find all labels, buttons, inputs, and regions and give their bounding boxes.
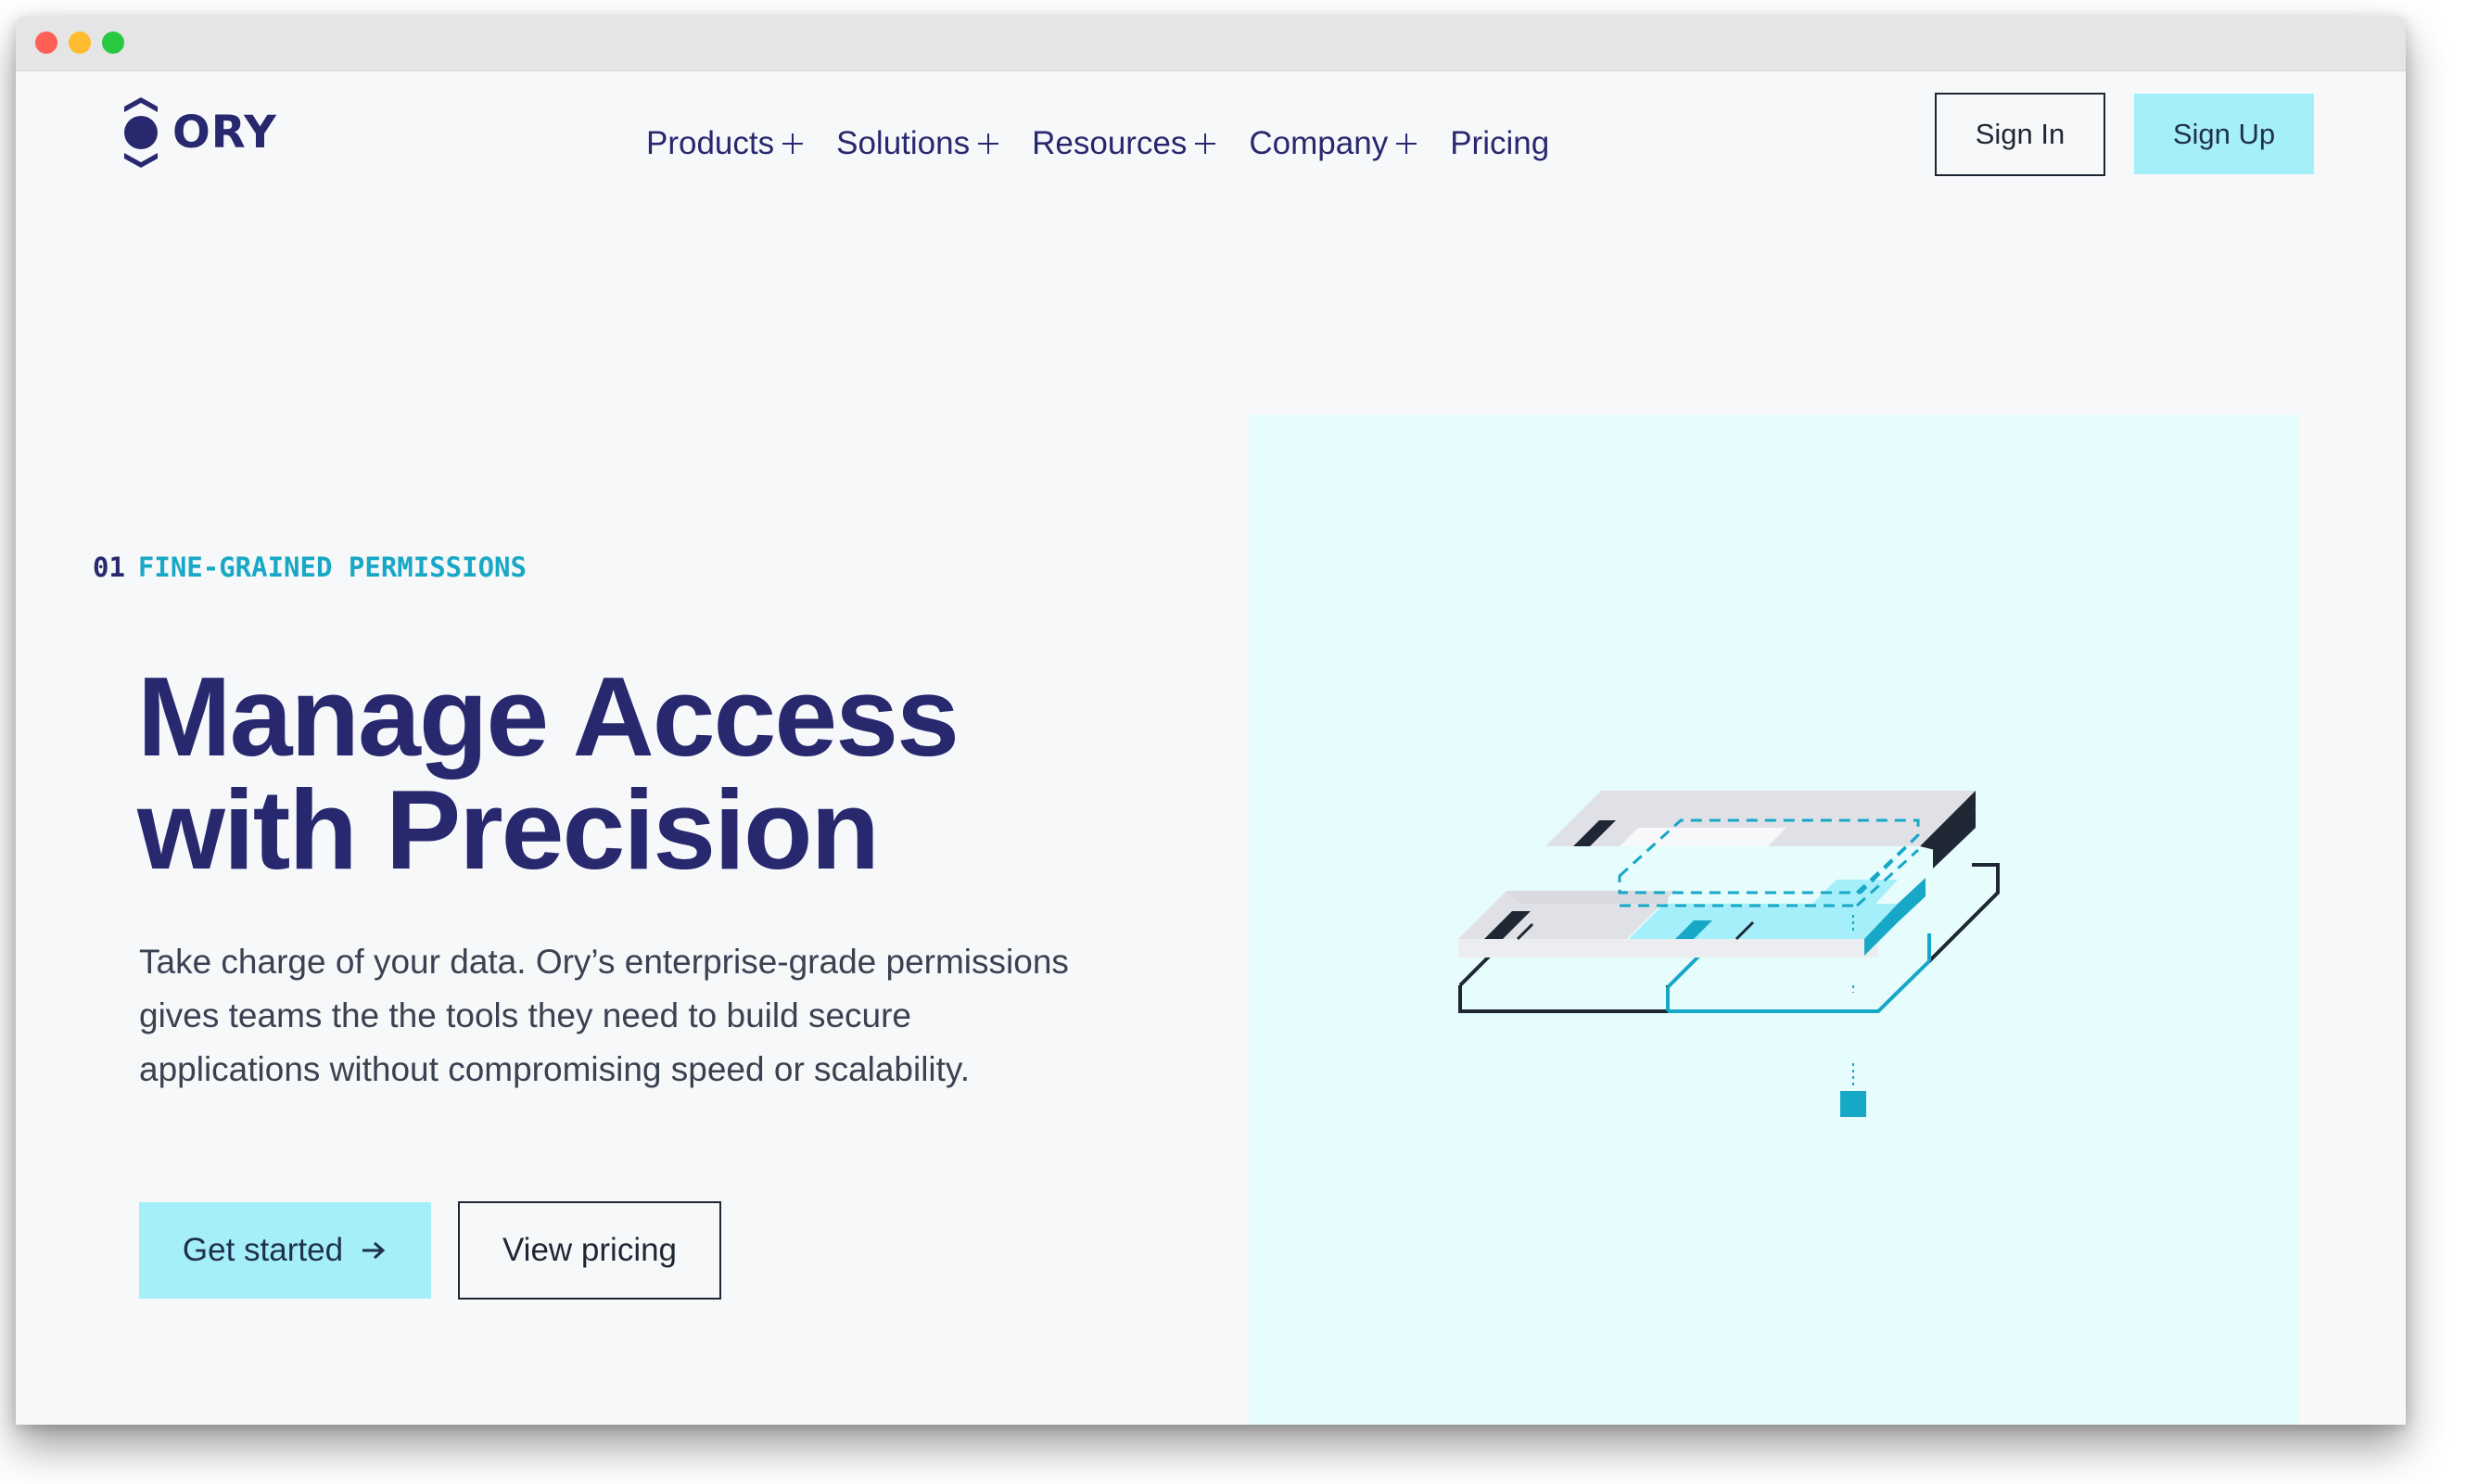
plus-icon	[978, 133, 999, 154]
nav-products[interactable]: Products	[646, 125, 804, 162]
headline-line-1: Manage Access	[137, 653, 960, 780]
nav-solutions[interactable]: Solutions	[836, 125, 999, 162]
nav-pricing-label: Pricing	[1450, 125, 1550, 161]
get-started-button[interactable]: Get started	[139, 1202, 431, 1299]
plus-icon	[782, 133, 804, 154]
nav-company-label: Company	[1249, 125, 1389, 161]
main-nav: Products Solutions Resources Company Pri…	[646, 125, 1583, 162]
headline-line-2: with Precision	[137, 767, 880, 893]
nav-solutions-label: Solutions	[836, 125, 971, 161]
view-pricing-button[interactable]: View pricing	[458, 1201, 721, 1300]
description-line-1: Take charge of your data. Ory’s enterpri…	[139, 943, 1069, 981]
description-line-2: gives teams the the tools they need to b…	[139, 996, 912, 1034]
ory-hexagon-logo-icon	[124, 97, 158, 168]
sign-in-button[interactable]: Sign In	[1935, 93, 2105, 176]
sign-up-button[interactable]: Sign Up	[2134, 94, 2314, 174]
nav-company[interactable]: Company	[1249, 125, 1417, 162]
maximize-window-button[interactable]	[102, 32, 124, 54]
plus-icon	[1396, 133, 1417, 154]
nav-resources-label: Resources	[1032, 125, 1188, 161]
description-line-3: applications without compromising speed …	[139, 1050, 970, 1088]
plus-icon	[1195, 133, 1216, 154]
browser-window: ORY Products Solutions Resources Company…	[16, 16, 2406, 1425]
get-started-label: Get started	[182, 1232, 344, 1268]
section-number: 01	[93, 552, 125, 583]
section-eyebrow: 01 FINE-GRAINED PERMISSIONS	[93, 552, 527, 583]
window-titlebar	[16, 16, 2406, 71]
nav-products-label: Products	[646, 125, 775, 161]
nav-resources[interactable]: Resources	[1032, 125, 1216, 162]
isometric-permissions-blocks-illustration	[1458, 791, 2000, 1117]
close-window-button[interactable]	[35, 32, 57, 54]
illustration-panel	[1249, 414, 2298, 1425]
minimize-window-button[interactable]	[69, 32, 91, 54]
arrow-right-icon	[360, 1239, 388, 1262]
hero-headline: Manage Access with Precision	[137, 660, 1157, 886]
hero-description: Take charge of your data. Ory’s enterpri…	[139, 935, 1177, 1097]
ory-logo-link[interactable]: ORY	[121, 94, 277, 171]
brand-name: ORY	[172, 107, 277, 159]
section-label: FINE-GRAINED PERMISSIONS	[137, 552, 527, 583]
nav-pricing[interactable]: Pricing	[1450, 125, 1549, 162]
